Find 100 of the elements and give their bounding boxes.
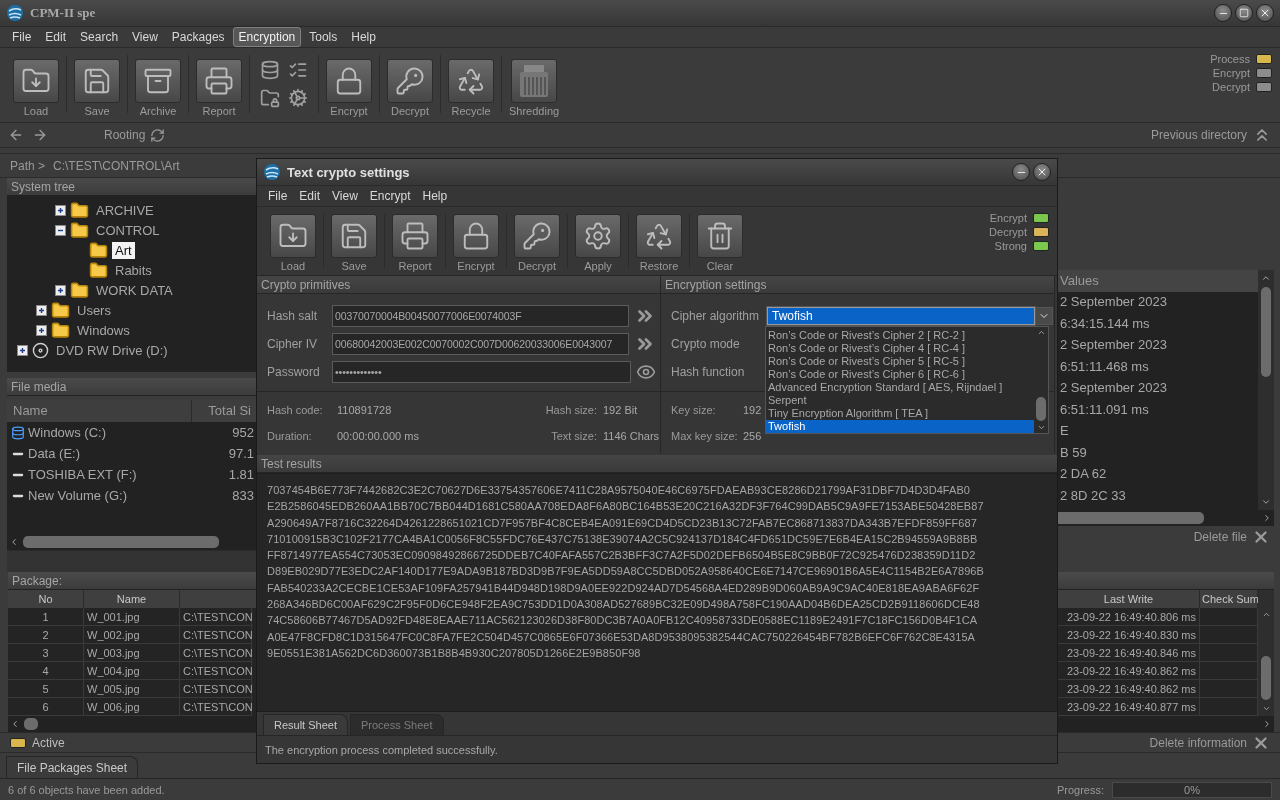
expand-icon[interactable] xyxy=(36,324,47,336)
delete-file-button[interactable]: Delete file xyxy=(1193,528,1270,546)
delete-information-button[interactable]: Delete information xyxy=(1149,733,1270,752)
menu-item[interactable]: Packages xyxy=(165,27,231,47)
result-text-line: E2B2586045EDB260AA1BB70C7BB044D1681C580AA708EDA8F6A80BC164B53E20C216A32DF3F764C99DAB5C9A9FE7153ABE50428EB87 xyxy=(267,499,985,515)
menu-item[interactable]: Tools xyxy=(303,27,344,47)
previous-directory-button[interactable]: Previous directory xyxy=(1150,125,1272,145)
dropdown-option[interactable]: Serpent xyxy=(766,394,1034,407)
logo-icon xyxy=(263,163,281,181)
input-field[interactable]: ••••••••••••• xyxy=(332,361,631,383)
dropdown-option[interactable]: Advanced Encryption Standard [ AES, Rijndael ] xyxy=(766,381,1034,394)
info-value: 192 xyxy=(743,403,762,416)
indicator-label: Decrypt xyxy=(1212,81,1250,93)
dropdown-option[interactable]: Ron’s Code or Rivest’s Cipher 6 [ RC-6 ] xyxy=(766,368,1034,381)
tree-item[interactable]: Windows xyxy=(74,321,133,339)
scroll-up-icon[interactable] xyxy=(1261,273,1271,283)
show-password-button[interactable] xyxy=(636,362,656,382)
tree-item[interactable]: ARCHIVE xyxy=(93,201,157,219)
scroll-down-icon[interactable] xyxy=(1036,423,1046,432)
archive-box-icon xyxy=(143,66,173,96)
tree-item[interactable]: DVD RW Drive (D:) xyxy=(53,341,171,359)
result-text-line: A290649A7F8716C32264D4261228651021CD7F957BF4C8CEB4EA091E69CD4D5CD23B13C72FAB7EC868713837DA343B7EFDF859FF687 xyxy=(267,515,978,531)
tree-item[interactable]: Art xyxy=(112,241,135,259)
collapse-icon[interactable] xyxy=(55,224,66,236)
expand-icon[interactable] xyxy=(17,344,28,356)
column-header[interactable]: Check Sum xyxy=(1200,590,1258,608)
expand-icon[interactable] xyxy=(55,284,66,296)
scrollbar-thumb[interactable] xyxy=(1261,287,1271,377)
rooting-button[interactable]: Rooting xyxy=(104,127,166,143)
minimize-button[interactable] xyxy=(1012,163,1030,181)
maximize-button[interactable] xyxy=(1235,4,1253,22)
forward-button[interactable] xyxy=(32,127,48,143)
menu-item[interactable]: Help xyxy=(345,27,382,47)
scroll-up-icon[interactable] xyxy=(1036,328,1046,337)
scroll-left-icon[interactable] xyxy=(10,719,20,729)
scrollbar-thumb[interactable] xyxy=(1261,656,1271,700)
column-header[interactable]: Name xyxy=(7,400,192,422)
table-cell: W_002.jpg xyxy=(84,626,180,644)
cipher-algorithm-select[interactable]: Twofish xyxy=(767,307,1035,325)
menu-item[interactable]: Search xyxy=(74,27,125,47)
menu-item[interactable]: Edit xyxy=(294,187,326,205)
close-button[interactable] xyxy=(1256,4,1274,22)
sheet-tab[interactable]: Process Sheet xyxy=(350,714,444,735)
dropdown-option[interactable]: Tiny Encryption Algorithm [ TEA ] xyxy=(766,407,1034,420)
locked-folder-icon xyxy=(260,88,280,108)
menu-item[interactable]: File xyxy=(6,27,38,47)
sheet-tab[interactable]: File Packages Sheet xyxy=(6,756,139,778)
column-header[interactable]: No xyxy=(8,590,84,608)
menu-item[interactable]: Help xyxy=(417,187,453,205)
dropdown-option[interactable]: Ron’s Code or Rivest’s Cipher 2 [ RC-2 ] xyxy=(766,329,1034,342)
expand-icon[interactable] xyxy=(55,204,66,216)
menu-item[interactable]: Encrypt xyxy=(364,187,416,205)
scroll-up-icon[interactable] xyxy=(1261,610,1271,619)
info-label: Duration: xyxy=(267,429,313,442)
dropdown-button[interactable] xyxy=(1035,307,1053,325)
column-header[interactable]: Name xyxy=(84,590,180,608)
column-header[interactable]: Total Si xyxy=(192,400,258,422)
dropdown-option[interactable]: Twofish xyxy=(766,420,1034,433)
scroll-down-icon[interactable] xyxy=(1261,497,1271,507)
scroll-right-icon[interactable] xyxy=(1262,719,1272,729)
expand-icon[interactable] xyxy=(36,304,47,316)
scrollbar-thumb[interactable] xyxy=(1036,397,1046,421)
input-field[interactable]: 00370070004B00450077006E0074003F xyxy=(332,305,629,327)
table-cell: 4 xyxy=(8,662,84,680)
scrollbar-thumb[interactable] xyxy=(23,536,219,548)
section-title: Crypto primitives xyxy=(257,276,660,294)
menu-item[interactable]: View xyxy=(327,187,363,205)
eye-icon xyxy=(636,362,656,382)
gear-icon xyxy=(288,88,308,108)
input-field[interactable]: 00680042003E002C0070002C007D00620033006E0043007 xyxy=(332,333,629,355)
menu-item[interactable]: Encryption xyxy=(232,27,302,47)
dropdown-option[interactable]: Ron’s Code or Rivest’s Cipher 5 [ RC-5 ] xyxy=(766,355,1034,368)
tree-item[interactable]: CONTROL xyxy=(93,221,163,239)
vertical-scrollbar[interactable] xyxy=(1258,590,1274,716)
close-icon xyxy=(1036,166,1048,178)
menu-item[interactable]: Edit xyxy=(39,27,73,47)
table-cell: C:\TEST\CON xyxy=(180,626,252,644)
field-label: Cipher algorithm xyxy=(671,309,761,323)
status-message: The encryption process completed successfully. xyxy=(257,735,1057,763)
menu-item[interactable]: File xyxy=(263,187,293,205)
scrollbar-thumb[interactable] xyxy=(24,718,38,730)
back-button[interactable] xyxy=(8,127,24,143)
tree-item[interactable]: WORK DATA xyxy=(93,281,176,299)
sheet-tab[interactable]: Result Sheet xyxy=(263,714,348,735)
gear-button[interactable] xyxy=(286,86,310,110)
indicator-label: Strong xyxy=(994,240,1027,252)
scroll-right-icon[interactable] xyxy=(1262,513,1272,523)
menu-item[interactable]: View xyxy=(126,27,164,47)
scroll-down-icon[interactable] xyxy=(1261,704,1271,713)
column-header[interactable]: Last Write xyxy=(1058,590,1200,608)
scroll-left-icon[interactable] xyxy=(9,537,19,547)
folder-icon xyxy=(70,200,89,220)
tree-item[interactable]: Rabits xyxy=(112,261,155,279)
dropdown-option[interactable]: Ron’s Code or Rivest’s Cipher 4 [ RC-4 ] xyxy=(766,342,1034,355)
vertical-scrollbar[interactable] xyxy=(1258,270,1274,510)
minimize-button[interactable] xyxy=(1214,4,1232,22)
result-text-line: 7037454B6E773F7442682C3E2C70627D6E33754357606E7411C28A9575040E46C6975FDAEAB93CE8286D21799AF31DBF7D4D3D4FAB0 xyxy=(267,483,971,498)
close-button[interactable] xyxy=(1033,163,1051,181)
tree-item[interactable]: Users xyxy=(74,301,114,319)
table-cell: C:\TEST\CON xyxy=(180,644,252,662)
